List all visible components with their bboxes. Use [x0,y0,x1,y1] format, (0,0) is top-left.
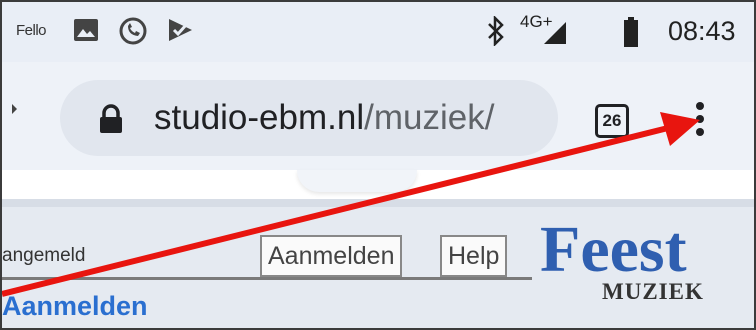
gallery-icon [74,19,98,41]
signal-icon [544,22,566,44]
status-app-name: Fello [16,22,47,39]
page-top-edge [2,199,754,207]
back-edge-icon [12,104,17,114]
lock-icon[interactable] [98,104,124,134]
login-status-text: angemeld [2,245,86,266]
site-logo-subtitle: MUZIEK [602,279,704,304]
site-logo-text: Feest [540,213,687,286]
screenshot-frame: Fello 4G+ 08:43 studio-ebm.nl/muziek/ 26… [0,0,756,330]
url-text[interactable]: studio-ebm.nl/muziek/ [154,98,494,138]
divider [2,277,532,280]
browser-toolbar: studio-ebm.nl/muziek/ 26 [2,62,754,170]
login-button[interactable]: Aanmelden [260,235,403,277]
menu-dot [696,128,704,136]
status-time: 08:43 [668,16,736,46]
page-title: Aanmelden [2,291,148,321]
tab-switcher-button[interactable]: 26 [595,104,629,138]
menu-dot [696,102,704,110]
whatsapp-icon [119,17,147,45]
help-button[interactable]: Help [440,235,508,277]
battery-icon [624,17,638,47]
check-icon [169,19,192,41]
bluetooth-icon [488,16,504,46]
site-logo[interactable]: Feest [540,217,687,283]
status-bar: Fello 4G+ 08:43 [2,2,754,62]
more-vert-icon[interactable] [696,102,704,141]
url-domain: studio-ebm.nl [154,98,365,137]
url-path: /muziek/ [364,98,495,137]
menu-dot [696,115,704,123]
pull-to-refresh-indicator [297,170,417,192]
web-page: angemeld Aanmelden Help Aanmelden Feest … [2,207,754,328]
